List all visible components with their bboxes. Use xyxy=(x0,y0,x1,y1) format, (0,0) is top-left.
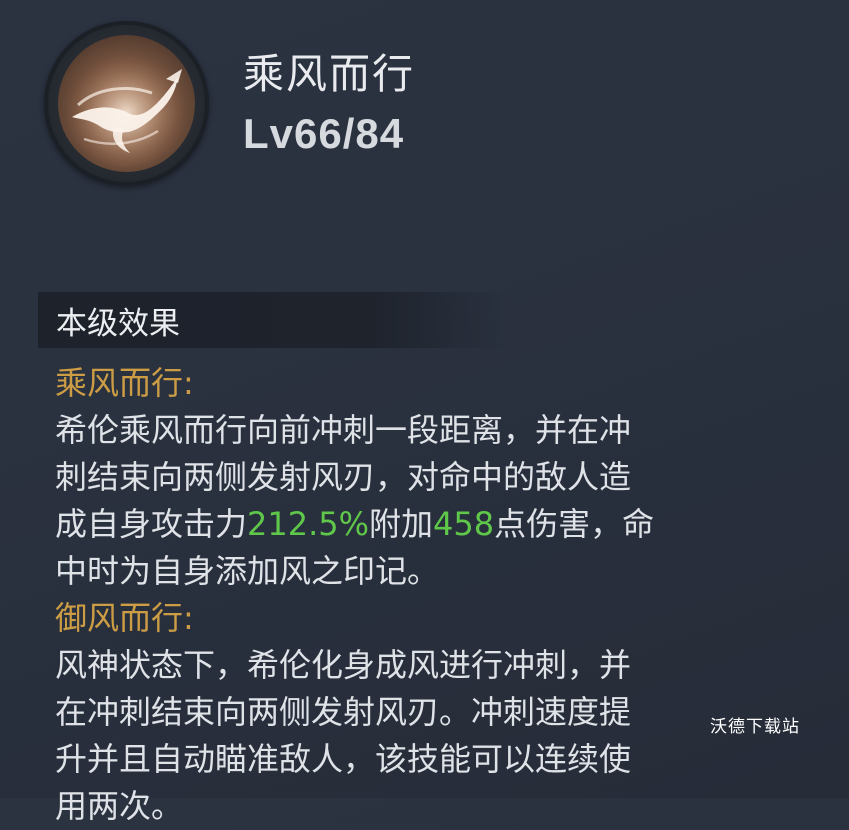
wind-rider-skill-icon xyxy=(58,35,195,172)
section-title: 本级效果 xyxy=(56,306,180,342)
damage-flat-value: 458 xyxy=(433,505,495,543)
effect-text: 中时为自身添加风之印记。 xyxy=(55,552,440,590)
effect-text: 风神状态下，希伦化身成风进行冲刺，并 xyxy=(55,646,632,684)
effect-text: 用两次。 xyxy=(55,787,184,825)
effect-line: 用两次。 xyxy=(55,783,795,830)
effect-text: 在冲刺结束向两侧发射风刃。冲刺速度提 xyxy=(55,693,632,731)
effect-line: 刺结束向两侧发射风刃，对命中的敌人造 xyxy=(55,454,795,501)
effect-text: 升并且自动瞄准敌人，该技能可以连续使 xyxy=(55,740,632,778)
effect-line: 在冲刺结束向两侧发射风刃。冲刺速度提 xyxy=(55,689,795,736)
effect-text: 刺结束向两侧发射风刃，对命中的敌人造 xyxy=(55,458,632,496)
skill-description: 乘风而行: 希伦乘风而行向前冲刺一段距离，并在冲 刺结束向两侧发射风刃，对命中的… xyxy=(55,360,795,830)
effect-line: 风神状态下，希伦化身成风进行冲刺，并 xyxy=(55,642,795,689)
skill-level: Lv66/84 xyxy=(243,110,405,157)
effect-text: 成自身攻击力 xyxy=(55,505,248,543)
effect-heading: 乘风而行: xyxy=(55,364,194,402)
damage-percent-value: 212.5% xyxy=(247,505,370,543)
effect-text: 附加 xyxy=(369,505,434,543)
skill-icon-frame xyxy=(44,21,209,186)
skill-name: 乘风而行 xyxy=(243,50,415,98)
effect-line: 希伦乘风而行向前冲刺一段距离，并在冲 xyxy=(55,407,795,454)
effect-line: 中时为自身添加风之印记。 xyxy=(55,548,795,595)
effect-line: 成自身攻击力212.5%附加458点伤害，命 xyxy=(55,501,795,548)
wind-rider-skill-art xyxy=(66,47,186,167)
effect-heading: 御风而行: xyxy=(55,599,194,637)
effect-text: 希伦乘风而行向前冲刺一段距离，并在冲 xyxy=(55,411,632,449)
effect-line: 升并且自动瞄准敌人，该技能可以连续使 xyxy=(55,736,795,783)
effect-text: 点伤害，命 xyxy=(494,505,655,543)
watermark: 沃德下载站 xyxy=(710,717,800,737)
